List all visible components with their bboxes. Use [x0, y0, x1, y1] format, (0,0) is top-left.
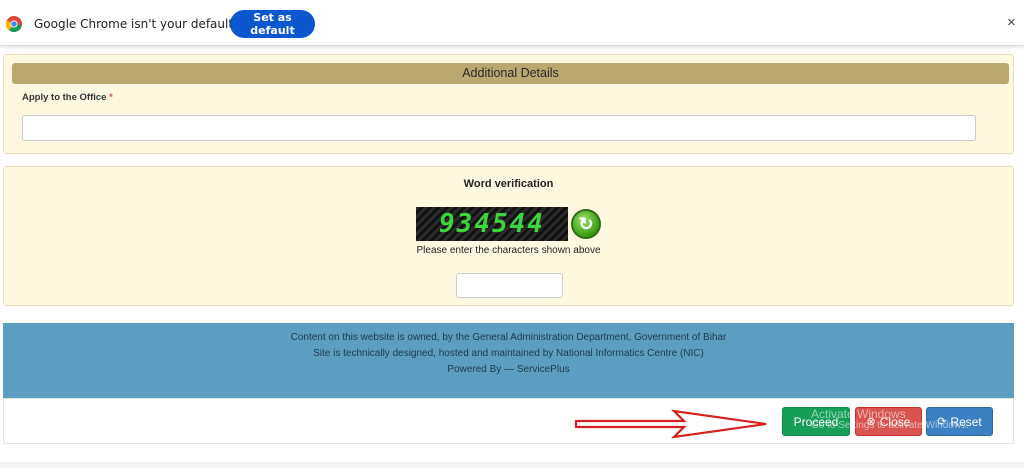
footer-ownership-text: Content on this website is owned, by the…: [290, 332, 727, 343]
footer-nic-text: Site is technically designed, hosted and…: [313, 348, 704, 359]
default-browser-infobar: Google Chrome isn't your default browser…: [0, 0, 1024, 46]
watermark-subtitle: Go to Settings to activate Windows.: [811, 420, 969, 431]
verification-title: Word verification: [463, 178, 554, 190]
site-footer: Content on this website is owned, by the…: [3, 323, 1014, 398]
office-field-label: Apply to the Office *: [22, 92, 113, 103]
office-input[interactable]: [22, 115, 976, 141]
set-as-default-button[interactable]: Set as default: [230, 10, 315, 38]
annotation-arrow-icon: [574, 409, 767, 439]
captcha-hint: Please enter the characters shown above: [416, 245, 601, 256]
additional-details-panel: Additional Details Apply to the Office *: [3, 54, 1014, 154]
activate-windows-watermark: Activate Windows Go to Settings to activ…: [811, 408, 969, 432]
watermark-title: Activate Windows: [811, 407, 906, 421]
captcha-image: 934544: [416, 207, 568, 241]
action-bar: Proceed ⊗ Close ⟳ Reset Activate Windows…: [3, 398, 1014, 444]
refresh-captcha-icon[interactable]: ↻: [571, 209, 601, 239]
word-verification-panel: Word verification 934544 ↻ Please enter …: [3, 166, 1014, 306]
bottom-strip: [0, 462, 1024, 468]
required-marker: *: [109, 92, 113, 103]
chrome-logo-icon: [6, 16, 22, 32]
panel-title: Additional Details: [12, 63, 1009, 84]
close-icon[interactable]: ×: [1007, 14, 1016, 31]
footer-powered-by: Powered By — ServicePlus: [447, 364, 570, 375]
captcha-input[interactable]: [456, 273, 563, 298]
office-label-text: Apply to the Office: [22, 92, 107, 103]
